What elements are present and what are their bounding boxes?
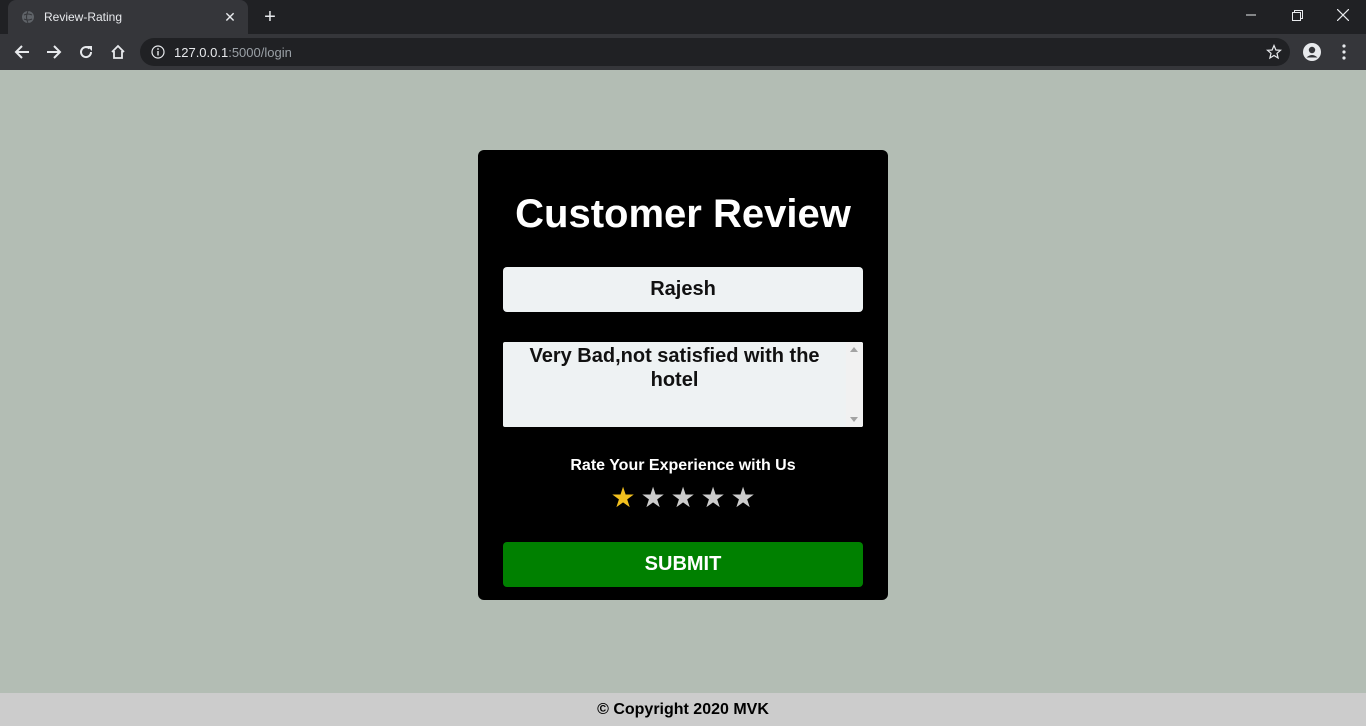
close-window-button[interactable] xyxy=(1320,0,1366,30)
url-host: 127.0.0.1 xyxy=(174,44,229,60)
home-button[interactable] xyxy=(104,38,132,66)
back-button[interactable] xyxy=(8,38,36,66)
submit-button[interactable]: SUBMIT xyxy=(503,542,863,587)
address-bar[interactable]: 127.0.0.1:5000/login xyxy=(140,38,1290,66)
review-text: Very Bad,not satisfied with the hotel xyxy=(529,345,820,391)
minimize-button[interactable] xyxy=(1228,0,1274,30)
profile-avatar-icon[interactable] xyxy=(1298,38,1326,66)
footer: © Copyright 2020 MVK xyxy=(0,693,1366,726)
textarea-scrollbar[interactable] xyxy=(846,342,863,427)
scroll-down-arrow-icon[interactable] xyxy=(850,417,858,422)
reload-button[interactable] xyxy=(72,38,100,66)
rating-label: Rate Your Experience with Us xyxy=(570,457,796,474)
scroll-up-arrow-icon[interactable] xyxy=(850,347,858,352)
review-card: Customer Review Very Bad,not satisfied w… xyxy=(478,150,888,600)
bookmark-star-icon[interactable] xyxy=(1265,43,1283,60)
browser-tab-bar: Review-Rating ✕ + xyxy=(0,0,1366,34)
restore-button[interactable] xyxy=(1274,0,1320,30)
star-1-icon[interactable]: ★ xyxy=(610,482,636,514)
star-5-icon[interactable]: ★ xyxy=(730,482,756,514)
new-tab-button[interactable]: + xyxy=(258,5,282,29)
star-4-icon[interactable]: ★ xyxy=(700,482,726,514)
page-title: Customer Review xyxy=(515,192,851,236)
copyright-text: © Copyright 2020 MVK xyxy=(597,700,769,718)
forward-button[interactable] xyxy=(40,38,68,66)
star-2-icon[interactable]: ★ xyxy=(640,482,666,514)
name-input[interactable] xyxy=(503,267,863,312)
close-tab-icon[interactable]: ✕ xyxy=(222,9,238,25)
review-textarea[interactable]: Very Bad,not satisfied with the hotel xyxy=(503,342,863,427)
globe-icon xyxy=(20,9,36,25)
url-path: :5000/login xyxy=(228,44,292,60)
browser-tab[interactable]: Review-Rating ✕ xyxy=(8,0,248,34)
browser-toolbar: 127.0.0.1:5000/login xyxy=(0,34,1366,70)
tab-title: Review-Rating xyxy=(44,10,123,24)
menu-kebab-icon[interactable] xyxy=(1330,38,1358,66)
star-3-icon[interactable]: ★ xyxy=(670,482,696,514)
info-icon[interactable] xyxy=(150,44,166,60)
star-rating: ★ ★ ★ ★ ★ xyxy=(478,482,888,514)
